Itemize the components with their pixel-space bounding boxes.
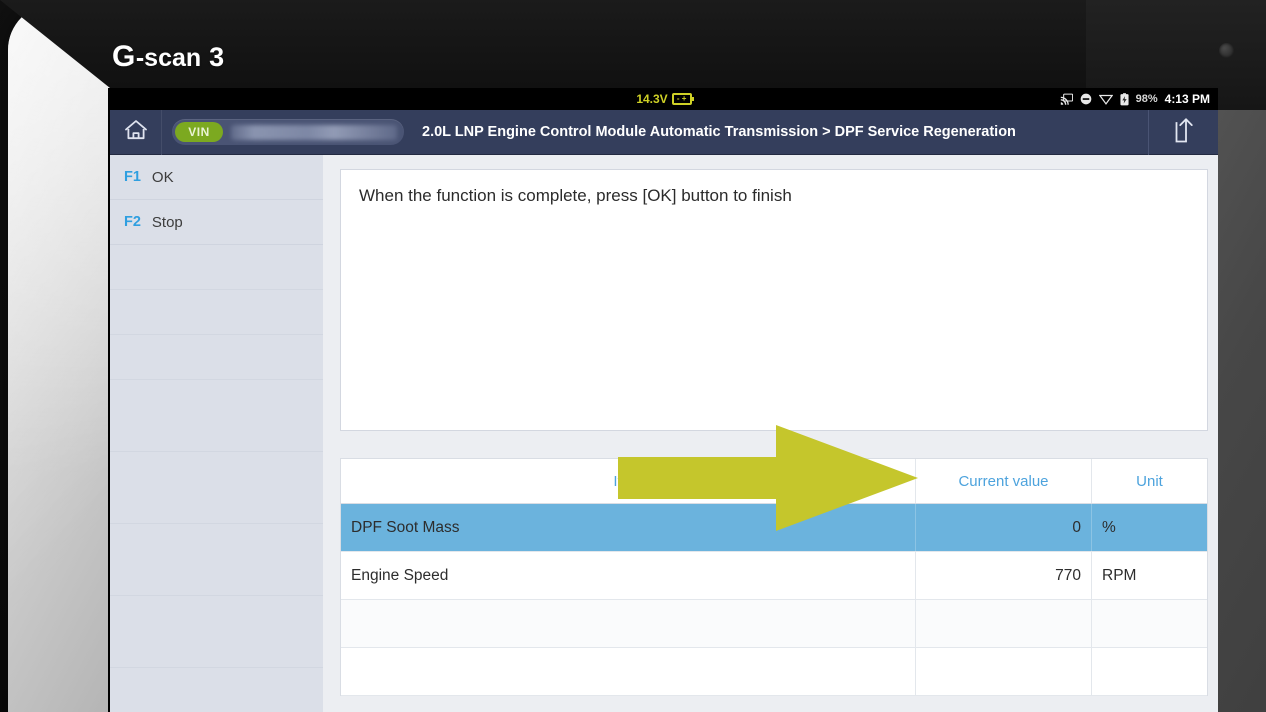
status-clock: 4:13 PM xyxy=(1164,92,1210,106)
function-key-sidebar: F1 OK F2 Stop xyxy=(110,155,323,712)
table-row[interactable]: Engine Speed 770 RPM xyxy=(341,552,1207,600)
home-button[interactable] xyxy=(110,109,162,155)
charging-battery-icon xyxy=(1120,92,1129,106)
row-item: DPF Soot Mass xyxy=(351,518,460,536)
sidebar-item-empty-4 xyxy=(110,380,323,452)
row-unit: RPM xyxy=(1091,552,1207,599)
header-unit: Unit xyxy=(1091,459,1207,503)
breadcrumb-vehicle: 2.0L LNP Engine Control Module Automatic… xyxy=(422,124,819,140)
sidebar-item-f1[interactable]: F1 OK xyxy=(110,155,323,200)
content-area: F1 OK F2 Stop When the function is compl… xyxy=(110,155,1218,712)
brand-logo-model: 3 xyxy=(209,42,226,72)
row-value xyxy=(915,648,1091,695)
table-row[interactable] xyxy=(341,648,1207,696)
sidebar-item-f2-label: Stop xyxy=(151,213,183,231)
sidebar-item-f1-label: OK xyxy=(151,168,174,186)
table-row[interactable]: DPF Soot Mass 0 % xyxy=(341,504,1207,552)
exit-up-arrow-icon xyxy=(1172,117,1196,148)
vin-value-redacted xyxy=(231,124,397,140)
row-unit: % xyxy=(1091,504,1207,551)
voltage-indicator: 14.3V - + xyxy=(110,92,1218,106)
sidebar-item-empty-7 xyxy=(110,596,323,668)
brand-logo: G-scan 3 xyxy=(112,40,225,74)
brand-logo-scan: -scan xyxy=(135,44,202,72)
cast-icon xyxy=(1060,93,1073,105)
row-unit xyxy=(1091,648,1207,695)
row-item xyxy=(341,648,915,695)
message-text: When the function is complete, press [OK… xyxy=(359,186,792,205)
battery-percent: 98% xyxy=(1135,93,1158,105)
front-camera-icon xyxy=(1219,43,1234,58)
main-panel: When the function is complete, press [OK… xyxy=(323,155,1218,712)
breadcrumb: 2.0L LNP Engine Control Module Automatic… xyxy=(422,124,1148,140)
sidebar-item-empty-5 xyxy=(110,452,323,524)
vin-field[interactable]: VIN xyxy=(172,119,404,145)
exit-button[interactable] xyxy=(1148,109,1218,155)
row-item xyxy=(341,600,915,647)
row-item: Engine Speed xyxy=(351,566,449,584)
breadcrumb-separator: > xyxy=(822,124,831,140)
screenshot-root: G-scan 3 14.3V - + 98% 4:13 PM VIN 2.0L … xyxy=(0,0,1266,712)
app-title-bar: VIN 2.0L LNP Engine Control Module Autom… xyxy=(110,109,1218,155)
table-header-row: Item Current value Unit xyxy=(341,459,1207,504)
sidebar-item-empty-3 xyxy=(110,335,323,380)
sidebar-item-empty-1 xyxy=(110,245,323,290)
brand-logo-g: G xyxy=(112,40,136,73)
do-not-disturb-icon xyxy=(1080,93,1092,105)
sidebar-item-empty-2 xyxy=(110,290,323,335)
row-unit xyxy=(1091,600,1207,647)
header-value: Current value xyxy=(915,459,1091,503)
row-value xyxy=(915,600,1091,647)
table-row[interactable] xyxy=(341,600,1207,648)
sidebar-item-f2-key: F2 xyxy=(124,214,141,230)
wifi-icon xyxy=(1098,93,1113,105)
tablet-screen: 14.3V - + 98% 4:13 PM VIN 2.0L LNP Engin… xyxy=(108,88,1218,712)
header-item: Item xyxy=(613,472,643,490)
vin-badge: VIN xyxy=(175,122,223,142)
data-table: Item Current value Unit DPF Soot Mass 0 … xyxy=(340,458,1208,696)
row-value: 770 xyxy=(915,552,1091,599)
message-panel: When the function is complete, press [OK… xyxy=(340,169,1208,431)
breadcrumb-function: DPF Service Regeneration xyxy=(834,124,1016,140)
voltage-value: 14.3V xyxy=(636,92,668,106)
sidebar-item-f2[interactable]: F2 Stop xyxy=(110,200,323,245)
row-value: 0 xyxy=(915,504,1091,551)
sidebar-item-empty-6 xyxy=(110,524,323,596)
sidebar-item-f1-key: F1 xyxy=(124,169,141,185)
status-icons: 98% 4:13 PM xyxy=(1060,92,1210,106)
android-status-bar: 14.3V - + 98% 4:13 PM xyxy=(110,88,1218,110)
battery-icon: - + xyxy=(671,93,694,105)
home-icon xyxy=(123,118,149,147)
